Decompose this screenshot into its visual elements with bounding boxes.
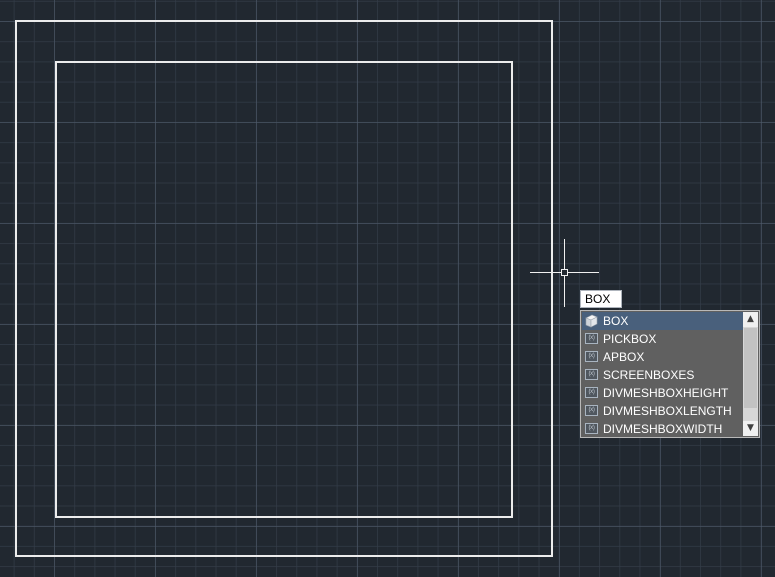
system-variable-icon: (x) [585, 423, 598, 434]
system-variable-icon: (x) [585, 405, 598, 416]
autocomplete-item-label: PICKBOX [603, 332, 657, 346]
autocomplete-item[interactable]: (x) DIVMESHBOXHEIGHT [582, 384, 743, 402]
autocomplete-item-label: DIVMESHBOXWIDTH [603, 422, 723, 436]
system-variable-icon: (x) [585, 387, 598, 398]
box-3d-icon [585, 314, 598, 328]
system-variable-icon: (x) [585, 369, 598, 380]
autocomplete-item[interactable]: (x) DIVMESHBOXWIDTH [582, 420, 743, 438]
drawing-canvas[interactable]: BOX BOX (x) PICKBOX (x) APBOX (x) SCREENBOXES(… [0, 0, 775, 577]
pickbox-icon [561, 269, 568, 276]
system-variable-icon: (x) [585, 351, 598, 362]
autocomplete-item-label: DIVMESHBOXLENGTH [603, 404, 732, 418]
autocomplete-item-label: BOX [603, 314, 629, 328]
scroll-up-icon[interactable]: ▲ [743, 312, 758, 327]
autocomplete-item[interactable]: (x) PICKBOX [582, 330, 743, 348]
autocomplete-item[interactable]: BOX [582, 312, 743, 330]
autocomplete-item[interactable]: (x) DIVMESHBOXLENGTH [582, 402, 743, 420]
dynamic-input-field[interactable]: BOX [580, 290, 622, 308]
inner-rectangle[interactable] [55, 61, 513, 518]
autocomplete-item-label: SCREENBOXES [603, 368, 695, 382]
autocomplete-list[interactable]: BOX (x) PICKBOX (x) APBOX (x) SCREENBOXES (x) DI… [580, 310, 760, 438]
system-variable-icon: (x) [585, 333, 598, 344]
autocomplete-item[interactable]: (x) APBOX [582, 348, 743, 366]
scroll-down-icon[interactable]: ▼ [743, 421, 758, 436]
autocomplete-item-label: DIVMESHBOXHEIGHT [603, 386, 729, 400]
autocomplete-item-label: APBOX [603, 350, 645, 364]
scrollbar-thumb[interactable] [744, 328, 757, 408]
autocomplete-scrollbar[interactable]: ▲ ▼ [743, 312, 758, 436]
autocomplete-item[interactable]: (x) SCREENBOXES [582, 366, 743, 384]
